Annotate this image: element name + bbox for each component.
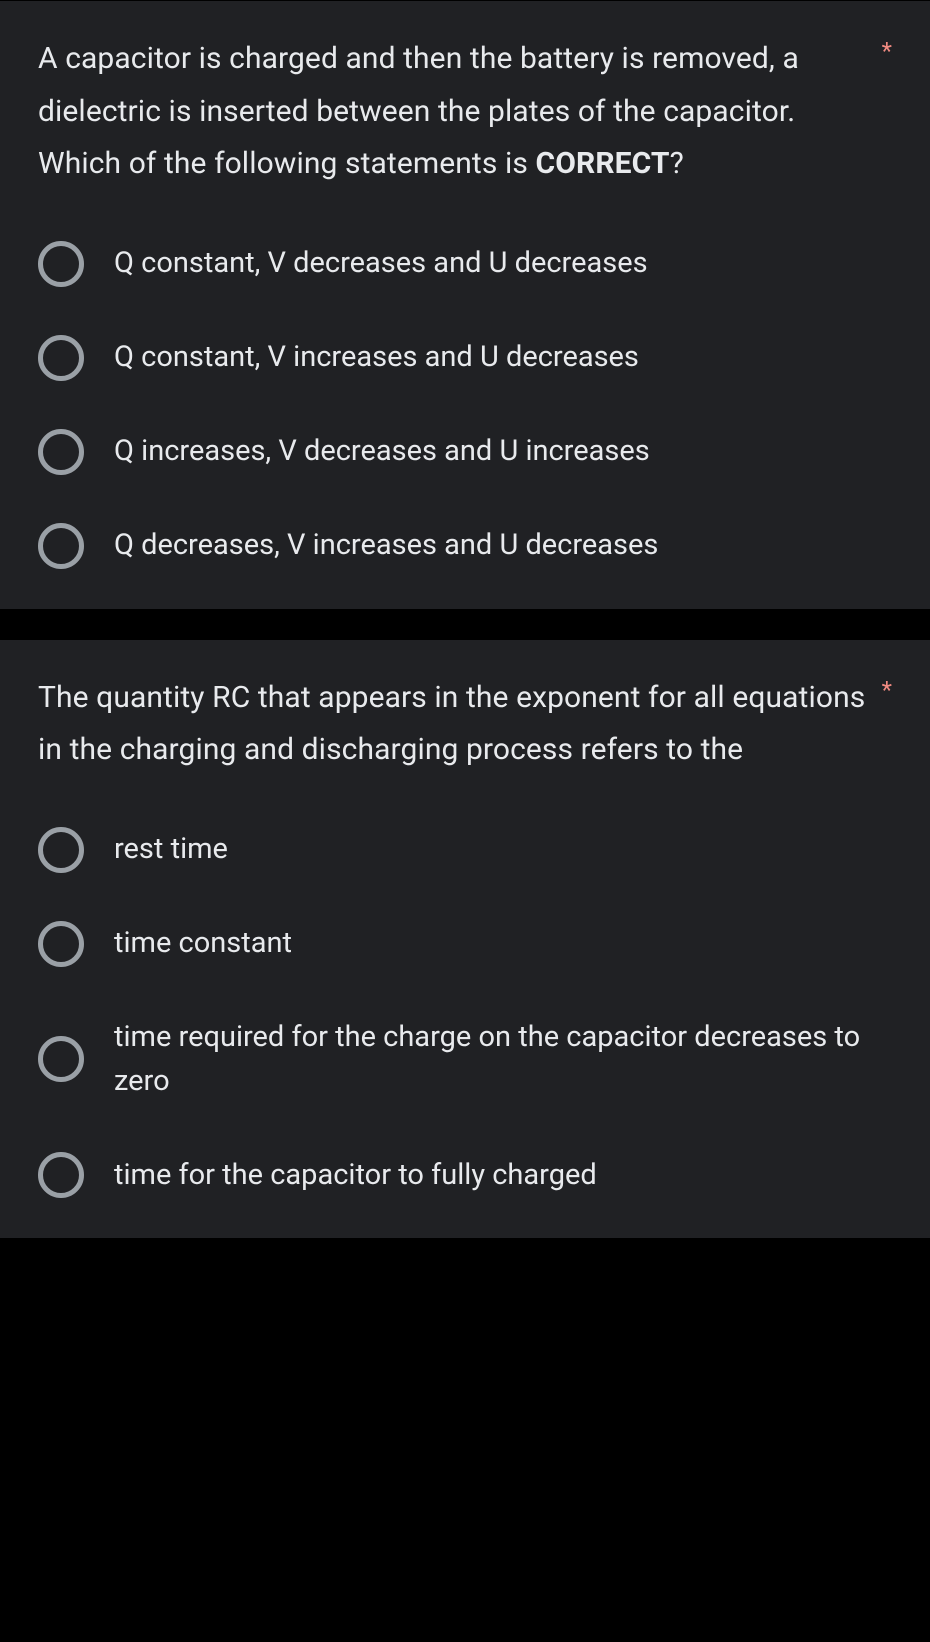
question-text-prefix: A capacitor is charged and then the batt… bbox=[38, 41, 799, 181]
option-row[interactable]: Q increases, V decreases and U increases bbox=[38, 429, 892, 475]
question-text: The quantity RC that appears in the expo… bbox=[38, 672, 870, 777]
question-text-prefix: The quantity RC that appears in the expo… bbox=[38, 680, 865, 768]
radio-button[interactable] bbox=[38, 523, 84, 569]
card-divider bbox=[0, 609, 930, 639]
question-card-2: The quantity RC that appears in the expo… bbox=[0, 639, 930, 1239]
option-row[interactable]: Q constant, V increases and U decreases bbox=[38, 335, 892, 381]
radio-button[interactable] bbox=[38, 241, 84, 287]
question-text: A capacitor is charged and then the batt… bbox=[38, 33, 870, 191]
radio-button[interactable] bbox=[38, 921, 84, 967]
radio-button[interactable] bbox=[38, 827, 84, 873]
question-text-bold: CORRECT bbox=[535, 146, 669, 181]
question-header: The quantity RC that appears in the expo… bbox=[38, 672, 892, 777]
option-row[interactable]: Q constant, V decreases and U decreases bbox=[38, 241, 892, 287]
option-row[interactable]: time required for the charge on the capa… bbox=[38, 1015, 892, 1105]
radio-button[interactable] bbox=[38, 335, 84, 381]
question-text-suffix: ? bbox=[670, 146, 684, 181]
radio-button[interactable] bbox=[38, 1036, 84, 1082]
option-label: time required for the charge on the capa… bbox=[114, 1015, 892, 1105]
options-container: Q constant, V decreases and U decreases … bbox=[38, 241, 892, 569]
option-label: Q constant, V increases and U decreases bbox=[114, 335, 639, 380]
question-card-1: A capacitor is charged and then the batt… bbox=[0, 0, 930, 609]
required-asterisk: * bbox=[882, 37, 892, 65]
question-header: A capacitor is charged and then the batt… bbox=[38, 33, 892, 191]
option-label: Q decreases, V increases and U decreases bbox=[114, 523, 658, 568]
option-label: rest time bbox=[114, 827, 228, 872]
options-container: rest time time constant time required fo… bbox=[38, 827, 892, 1199]
option-label: Q constant, V decreases and U decreases bbox=[114, 241, 648, 286]
option-label: Q increases, V decreases and U increases bbox=[114, 429, 650, 474]
option-row[interactable]: Q decreases, V increases and U decreases bbox=[38, 523, 892, 569]
required-asterisk: * bbox=[882, 676, 892, 704]
option-row[interactable]: time constant bbox=[38, 921, 892, 967]
radio-button[interactable] bbox=[38, 429, 84, 475]
option-label: time constant bbox=[114, 921, 292, 966]
option-row[interactable]: time for the capacitor to fully charged bbox=[38, 1152, 892, 1198]
option-label: time for the capacitor to fully charged bbox=[114, 1153, 597, 1198]
radio-button[interactable] bbox=[38, 1152, 84, 1198]
option-row[interactable]: rest time bbox=[38, 827, 892, 873]
